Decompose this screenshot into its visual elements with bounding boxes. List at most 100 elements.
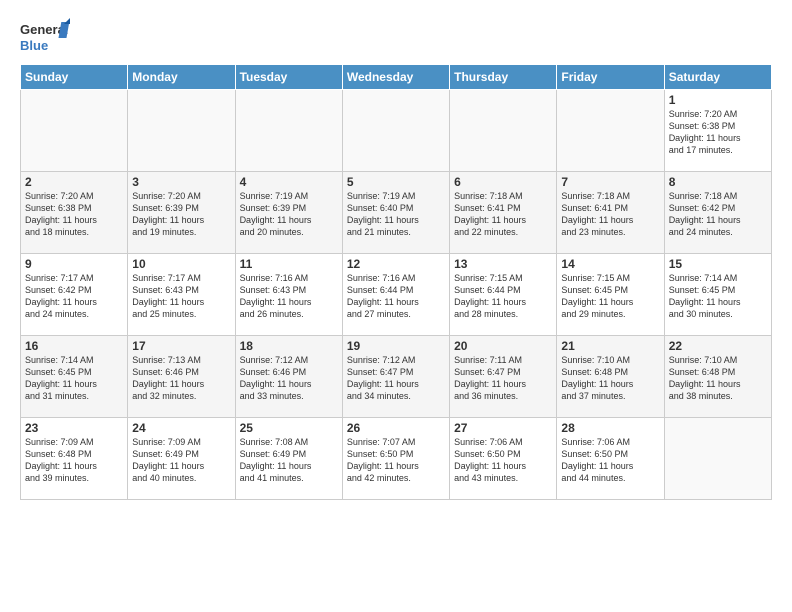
weekday-header-sunday: Sunday — [21, 65, 128, 90]
calendar-cell: 3Sunrise: 7:20 AM Sunset: 6:39 PM Daylig… — [128, 172, 235, 254]
calendar-cell: 16Sunrise: 7:14 AM Sunset: 6:45 PM Dayli… — [21, 336, 128, 418]
calendar-cell — [128, 90, 235, 172]
day-number: 12 — [347, 257, 445, 271]
calendar-cell: 14Sunrise: 7:15 AM Sunset: 6:45 PM Dayli… — [557, 254, 664, 336]
logo: General Blue — [20, 18, 70, 56]
day-info: Sunrise: 7:16 AM Sunset: 6:44 PM Dayligh… — [347, 272, 445, 321]
weekday-header-row: SundayMondayTuesdayWednesdayThursdayFrid… — [21, 65, 772, 90]
calendar-cell: 2Sunrise: 7:20 AM Sunset: 6:38 PM Daylig… — [21, 172, 128, 254]
day-number: 8 — [669, 175, 767, 189]
calendar-cell: 26Sunrise: 7:07 AM Sunset: 6:50 PM Dayli… — [342, 418, 449, 500]
calendar-cell: 19Sunrise: 7:12 AM Sunset: 6:47 PM Dayli… — [342, 336, 449, 418]
day-number: 15 — [669, 257, 767, 271]
calendar-cell: 5Sunrise: 7:19 AM Sunset: 6:40 PM Daylig… — [342, 172, 449, 254]
day-number: 16 — [25, 339, 123, 353]
calendar-cell: 23Sunrise: 7:09 AM Sunset: 6:48 PM Dayli… — [21, 418, 128, 500]
day-number: 28 — [561, 421, 659, 435]
weekday-header-thursday: Thursday — [450, 65, 557, 90]
day-info: Sunrise: 7:09 AM Sunset: 6:48 PM Dayligh… — [25, 436, 123, 485]
day-number: 25 — [240, 421, 338, 435]
calendar-cell: 24Sunrise: 7:09 AM Sunset: 6:49 PM Dayli… — [128, 418, 235, 500]
day-info: Sunrise: 7:12 AM Sunset: 6:47 PM Dayligh… — [347, 354, 445, 403]
day-number: 20 — [454, 339, 552, 353]
day-number: 4 — [240, 175, 338, 189]
day-number: 27 — [454, 421, 552, 435]
day-number: 23 — [25, 421, 123, 435]
day-info: Sunrise: 7:10 AM Sunset: 6:48 PM Dayligh… — [561, 354, 659, 403]
day-info: Sunrise: 7:20 AM Sunset: 6:38 PM Dayligh… — [669, 108, 767, 157]
calendar-week-1: 1Sunrise: 7:20 AM Sunset: 6:38 PM Daylig… — [21, 90, 772, 172]
day-info: Sunrise: 7:18 AM Sunset: 6:41 PM Dayligh… — [561, 190, 659, 239]
day-number: 21 — [561, 339, 659, 353]
day-info: Sunrise: 7:12 AM Sunset: 6:46 PM Dayligh… — [240, 354, 338, 403]
day-info: Sunrise: 7:15 AM Sunset: 6:45 PM Dayligh… — [561, 272, 659, 321]
day-info: Sunrise: 7:17 AM Sunset: 6:42 PM Dayligh… — [25, 272, 123, 321]
day-number: 19 — [347, 339, 445, 353]
day-number: 5 — [347, 175, 445, 189]
calendar-cell — [21, 90, 128, 172]
calendar-cell: 25Sunrise: 7:08 AM Sunset: 6:49 PM Dayli… — [235, 418, 342, 500]
day-number: 11 — [240, 257, 338, 271]
day-info: Sunrise: 7:06 AM Sunset: 6:50 PM Dayligh… — [454, 436, 552, 485]
calendar-cell: 13Sunrise: 7:15 AM Sunset: 6:44 PM Dayli… — [450, 254, 557, 336]
calendar-cell: 20Sunrise: 7:11 AM Sunset: 6:47 PM Dayli… — [450, 336, 557, 418]
day-number: 10 — [132, 257, 230, 271]
day-info: Sunrise: 7:14 AM Sunset: 6:45 PM Dayligh… — [669, 272, 767, 321]
day-info: Sunrise: 7:20 AM Sunset: 6:39 PM Dayligh… — [132, 190, 230, 239]
header: General Blue — [20, 18, 772, 56]
calendar-cell: 10Sunrise: 7:17 AM Sunset: 6:43 PM Dayli… — [128, 254, 235, 336]
calendar-cell: 1Sunrise: 7:20 AM Sunset: 6:38 PM Daylig… — [664, 90, 771, 172]
day-number: 26 — [347, 421, 445, 435]
calendar-cell — [450, 90, 557, 172]
day-info: Sunrise: 7:07 AM Sunset: 6:50 PM Dayligh… — [347, 436, 445, 485]
day-number: 7 — [561, 175, 659, 189]
day-info: Sunrise: 7:19 AM Sunset: 6:40 PM Dayligh… — [347, 190, 445, 239]
calendar-week-5: 23Sunrise: 7:09 AM Sunset: 6:48 PM Dayli… — [21, 418, 772, 500]
day-number: 22 — [669, 339, 767, 353]
calendar-cell: 27Sunrise: 7:06 AM Sunset: 6:50 PM Dayli… — [450, 418, 557, 500]
calendar-week-4: 16Sunrise: 7:14 AM Sunset: 6:45 PM Dayli… — [21, 336, 772, 418]
day-info: Sunrise: 7:16 AM Sunset: 6:43 PM Dayligh… — [240, 272, 338, 321]
day-info: Sunrise: 7:19 AM Sunset: 6:39 PM Dayligh… — [240, 190, 338, 239]
day-number: 18 — [240, 339, 338, 353]
day-info: Sunrise: 7:10 AM Sunset: 6:48 PM Dayligh… — [669, 354, 767, 403]
calendar-cell: 21Sunrise: 7:10 AM Sunset: 6:48 PM Dayli… — [557, 336, 664, 418]
day-info: Sunrise: 7:13 AM Sunset: 6:46 PM Dayligh… — [132, 354, 230, 403]
calendar-cell: 9Sunrise: 7:17 AM Sunset: 6:42 PM Daylig… — [21, 254, 128, 336]
calendar-cell: 17Sunrise: 7:13 AM Sunset: 6:46 PM Dayli… — [128, 336, 235, 418]
day-number: 1 — [669, 93, 767, 107]
svg-text:Blue: Blue — [20, 38, 48, 53]
weekday-header-friday: Friday — [557, 65, 664, 90]
calendar-cell: 7Sunrise: 7:18 AM Sunset: 6:41 PM Daylig… — [557, 172, 664, 254]
day-number: 14 — [561, 257, 659, 271]
calendar-cell — [664, 418, 771, 500]
day-info: Sunrise: 7:06 AM Sunset: 6:50 PM Dayligh… — [561, 436, 659, 485]
calendar-cell: 11Sunrise: 7:16 AM Sunset: 6:43 PM Dayli… — [235, 254, 342, 336]
day-number: 13 — [454, 257, 552, 271]
calendar-cell — [235, 90, 342, 172]
page: General Blue SundayMondayTuesdayWednesda… — [0, 0, 792, 510]
calendar-cell: 6Sunrise: 7:18 AM Sunset: 6:41 PM Daylig… — [450, 172, 557, 254]
day-info: Sunrise: 7:11 AM Sunset: 6:47 PM Dayligh… — [454, 354, 552, 403]
calendar-cell: 8Sunrise: 7:18 AM Sunset: 6:42 PM Daylig… — [664, 172, 771, 254]
weekday-header-tuesday: Tuesday — [235, 65, 342, 90]
day-number: 2 — [25, 175, 123, 189]
day-info: Sunrise: 7:20 AM Sunset: 6:38 PM Dayligh… — [25, 190, 123, 239]
calendar-cell: 15Sunrise: 7:14 AM Sunset: 6:45 PM Dayli… — [664, 254, 771, 336]
day-number: 17 — [132, 339, 230, 353]
calendar-week-3: 9Sunrise: 7:17 AM Sunset: 6:42 PM Daylig… — [21, 254, 772, 336]
calendar-cell — [557, 90, 664, 172]
day-number: 9 — [25, 257, 123, 271]
day-info: Sunrise: 7:14 AM Sunset: 6:45 PM Dayligh… — [25, 354, 123, 403]
day-info: Sunrise: 7:17 AM Sunset: 6:43 PM Dayligh… — [132, 272, 230, 321]
calendar-cell: 12Sunrise: 7:16 AM Sunset: 6:44 PM Dayli… — [342, 254, 449, 336]
weekday-header-wednesday: Wednesday — [342, 65, 449, 90]
calendar-cell: 28Sunrise: 7:06 AM Sunset: 6:50 PM Dayli… — [557, 418, 664, 500]
logo-svg: General Blue — [20, 18, 70, 56]
day-info: Sunrise: 7:18 AM Sunset: 6:42 PM Dayligh… — [669, 190, 767, 239]
day-info: Sunrise: 7:08 AM Sunset: 6:49 PM Dayligh… — [240, 436, 338, 485]
calendar-cell: 22Sunrise: 7:10 AM Sunset: 6:48 PM Dayli… — [664, 336, 771, 418]
calendar-cell: 4Sunrise: 7:19 AM Sunset: 6:39 PM Daylig… — [235, 172, 342, 254]
day-info: Sunrise: 7:09 AM Sunset: 6:49 PM Dayligh… — [132, 436, 230, 485]
day-info: Sunrise: 7:18 AM Sunset: 6:41 PM Dayligh… — [454, 190, 552, 239]
